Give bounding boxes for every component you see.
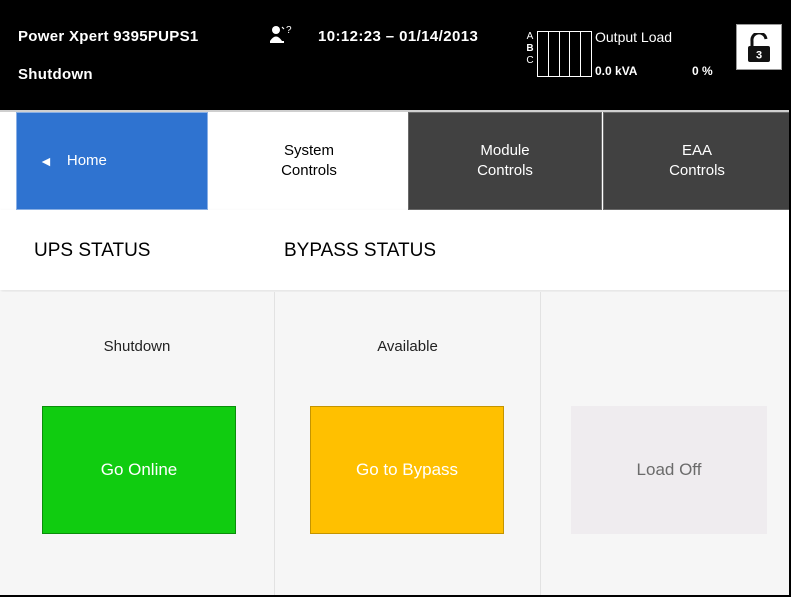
navigation-tabs: ◄ Home System Controls Module Controls E…	[0, 112, 789, 210]
tab-home-label: Home	[66, 152, 107, 169]
go-online-button[interactable]: Go Online	[42, 406, 236, 534]
phase-b-label: B	[526, 43, 534, 54]
tab-system-label-line2: Controls	[281, 162, 337, 179]
load-control-panel: Load Off	[541, 292, 789, 595]
control-panels: Shutdown Go Online Available Go to Bypas…	[0, 292, 789, 595]
tab-eaa-label-line1: EAA	[681, 142, 712, 159]
go-to-bypass-button[interactable]: Go to Bypass	[310, 406, 504, 534]
load-bar-segment	[569, 31, 581, 77]
tab-module-controls[interactable]: Module Controls	[408, 112, 602, 210]
datetime-display: 10:12:23 – 01/14/2013	[318, 28, 479, 45]
back-arrow-icon: ◄	[39, 153, 53, 169]
tab-module-label-line1: Module	[480, 142, 530, 159]
load-bar-segment	[580, 31, 592, 77]
load-off-button: Load Off	[571, 406, 767, 534]
padlock-icon: 3	[748, 33, 770, 62]
unlock-button[interactable]: 3	[736, 24, 782, 70]
tab-eaa-controls[interactable]: EAA Controls	[603, 112, 789, 210]
tab-home[interactable]: ◄ Home	[16, 112, 208, 210]
load-bar-meter	[537, 31, 592, 77]
tab-eaa-label-line2: Controls	[669, 162, 725, 179]
load-bar-segment	[558, 31, 570, 77]
tab-system-controls[interactable]: System Controls	[210, 112, 408, 210]
phase-c-label: C	[526, 55, 534, 66]
tab-system-label-line1: System	[283, 142, 334, 159]
user-help-mark: ?	[286, 25, 292, 36]
bypass-status-title: BYPASS STATUS	[284, 240, 437, 261]
tab-module-label-line2: Controls	[477, 162, 533, 179]
output-load-label: Output Load	[595, 29, 673, 45]
status-header: Power Xpert 9395PUPS1 Shutdown ? 10:12:2…	[0, 0, 789, 110]
output-load-kva: 0.0 kVA	[595, 64, 638, 78]
status-title-row: UPS STATUS BYPASS STATUS	[0, 210, 789, 290]
ups-model-name: Power Xpert 9395PUPS1	[18, 28, 199, 45]
phase-a-label: A	[526, 31, 534, 42]
phase-labels: A B C	[524, 31, 536, 67]
user-help-icon[interactable]: ?	[270, 24, 296, 44]
ups-status-value: Shutdown	[103, 338, 171, 355]
load-bar-segment	[547, 31, 559, 77]
access-level-number: 3	[756, 50, 762, 62]
bypass-status-value: Available	[377, 338, 438, 355]
ups-control-panel: Shutdown Go Online	[0, 292, 275, 595]
output-load-percent: 0 %	[692, 64, 713, 78]
bypass-control-panel: Available Go to Bypass	[275, 292, 541, 595]
ups-control-screen: Power Xpert 9395PUPS1 Shutdown ? 10:12:2…	[0, 0, 791, 597]
ups-state-text: Shutdown	[18, 66, 93, 83]
ups-status-title: UPS STATUS	[34, 240, 151, 261]
load-bar-segment	[537, 31, 548, 77]
